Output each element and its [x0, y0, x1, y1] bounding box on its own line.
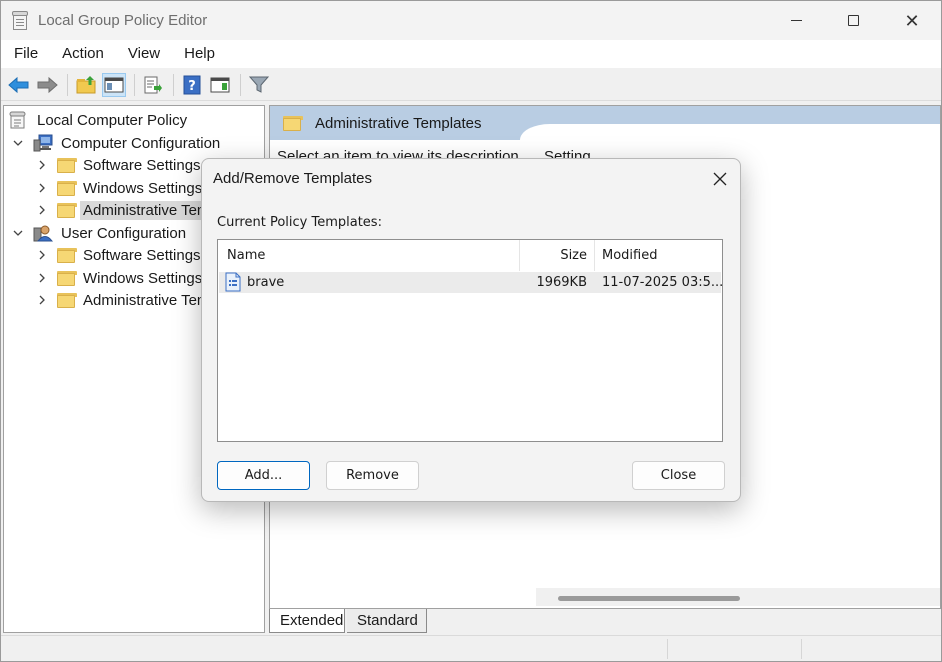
chevron-right-icon[interactable]	[35, 248, 49, 262]
tab-standard[interactable]: Standard	[347, 609, 427, 633]
toolbar-separator	[240, 74, 241, 96]
tree-item-user-windows-settings[interactable]: Windows Settings	[35, 267, 205, 289]
column-header-name[interactable]: Name	[227, 240, 265, 271]
policy-editor-app-icon	[12, 11, 30, 31]
status-bar	[1, 635, 941, 661]
status-divider	[801, 639, 802, 659]
show-hide-console-tree-icon	[104, 76, 124, 94]
tree-item-local-computer-policy[interactable]: Local Computer Policy	[9, 109, 190, 131]
tree-item-label: Computer Configuration	[58, 134, 223, 153]
status-divider	[667, 639, 668, 659]
tree-item-user-configuration[interactable]: User Configuration	[11, 222, 189, 244]
column-header-size[interactable]: Size	[520, 240, 587, 271]
tree-item-label: Local Computer Policy	[34, 111, 190, 130]
minimize-icon	[791, 20, 802, 21]
details-header-title: Administrative Templates	[315, 115, 481, 132]
show-hide-action-pane-button[interactable]	[208, 73, 232, 97]
help-button[interactable]: ?	[180, 73, 204, 97]
tree-item-computer-software-settings[interactable]: Software Settings	[35, 154, 204, 176]
row-name: brave	[247, 272, 284, 293]
horizontal-scrollbar[interactable]	[536, 588, 940, 606]
title-bar: Local Group Policy Editor ✕	[1, 1, 941, 40]
folder-icon	[57, 203, 75, 218]
minimize-button[interactable]	[767, 1, 825, 40]
row-modified: 11-07-2025 03:5...	[602, 272, 723, 293]
toolbar-separator	[173, 74, 174, 96]
back-arrow-icon	[8, 76, 30, 94]
folder-icon	[57, 271, 75, 286]
tree-item-computer-configuration[interactable]: Computer Configuration	[11, 132, 223, 154]
close-window-button[interactable]: ✕	[883, 1, 941, 40]
svg-text:?: ?	[188, 79, 196, 94]
adm-template-file-icon	[225, 272, 241, 292]
export-list-button[interactable]	[141, 73, 165, 97]
row-size: 1969KB	[519, 272, 587, 293]
window-title: Local Group Policy Editor	[38, 12, 207, 29]
up-one-level-button[interactable]	[74, 73, 98, 97]
list-header: Name Size Modified	[218, 240, 722, 271]
remove-button[interactable]: Remove	[326, 461, 419, 490]
close-icon: ✕	[904, 12, 919, 30]
table-row[interactable]: brave 1969KB 11-07-2025 03:5...	[219, 272, 721, 293]
tab-extended[interactable]: Extended	[269, 609, 345, 633]
forward-arrow-icon	[36, 76, 58, 94]
scrollbar-thumb[interactable]	[558, 596, 740, 601]
close-button[interactable]: Close	[632, 461, 725, 490]
show-hide-console-tree-button[interactable]	[102, 73, 126, 97]
details-header: Administrative Templates	[270, 106, 941, 140]
toolbar-separator	[134, 74, 135, 96]
maximize-button[interactable]	[824, 1, 882, 40]
close-icon	[713, 172, 727, 186]
tree-item-computer-windows-settings[interactable]: Windows Settings	[35, 177, 205, 199]
chevron-right-icon[interactable]	[35, 293, 49, 307]
action-pane-icon	[210, 76, 230, 94]
chevron-right-icon[interactable]	[35, 181, 49, 195]
maximize-icon	[848, 15, 859, 26]
view-tabs: Extended Standard	[269, 609, 941, 633]
dialog-title: Add/Remove Templates	[213, 170, 372, 187]
toolbar: ?	[1, 69, 941, 101]
menu-action[interactable]: Action	[50, 40, 116, 68]
filter-options-button[interactable]	[247, 73, 271, 97]
chevron-right-icon[interactable]	[35, 158, 49, 172]
tree-item-label: Windows Settings	[80, 269, 205, 288]
tree-item-label: Software Settings	[80, 156, 204, 175]
up-folder-icon	[76, 76, 96, 94]
forward-button[interactable]	[35, 73, 59, 97]
menu-file[interactable]: File	[1, 40, 50, 68]
folder-icon	[57, 158, 75, 173]
filter-icon	[249, 76, 269, 94]
column-separator[interactable]	[594, 240, 595, 271]
menu-bar: File Action View Help	[1, 40, 941, 68]
folder-icon	[57, 181, 75, 196]
add-remove-templates-dialog: Add/Remove Templates Current Policy Temp…	[201, 158, 741, 502]
toolbar-separator	[67, 74, 68, 96]
chevron-right-icon[interactable]	[35, 271, 49, 285]
help-icon: ?	[183, 75, 201, 95]
templates-list[interactable]: Name Size Modified brave 1969KB 11-07-20…	[217, 239, 723, 442]
policy-document-icon	[9, 111, 27, 129]
computer-icon	[33, 134, 53, 152]
tree-item-label: Windows Settings	[80, 179, 205, 198]
current-templates-label: Current Policy Templates:	[217, 215, 382, 230]
add-button[interactable]: Add...	[217, 461, 310, 490]
folder-icon	[57, 293, 75, 308]
chevron-down-icon[interactable]	[11, 226, 25, 240]
menu-help[interactable]: Help	[172, 40, 227, 68]
tree-item-user-software-settings[interactable]: Software Settings	[35, 244, 204, 266]
menu-view[interactable]: View	[116, 40, 172, 68]
folder-icon	[57, 248, 75, 263]
user-icon	[33, 224, 53, 242]
column-header-modified[interactable]: Modified	[602, 240, 657, 271]
back-button[interactable]	[7, 73, 31, 97]
tree-item-label: Software Settings	[80, 246, 204, 265]
folder-icon	[283, 116, 301, 131]
chevron-down-icon[interactable]	[11, 136, 25, 150]
chevron-right-icon[interactable]	[35, 203, 49, 217]
dialog-close-button[interactable]	[702, 164, 738, 194]
tree-item-label: User Configuration	[58, 224, 189, 243]
export-list-icon	[143, 76, 163, 94]
